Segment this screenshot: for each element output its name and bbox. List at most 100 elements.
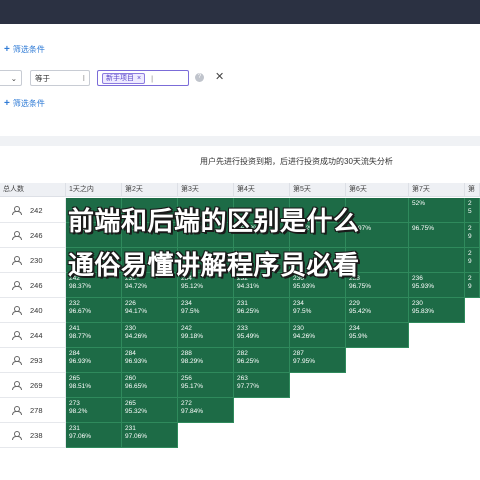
cell-count: 230 <box>412 300 423 307</box>
retention-cell[interactable]: 234 97.5% <box>290 298 346 323</box>
retention-cell[interactable]: 229 95.42% <box>346 298 409 323</box>
column-header[interactable]: 第4天 <box>234 183 290 197</box>
retention-cell[interactable]: 256 95.17% <box>178 373 234 398</box>
column-header[interactable]: 第7天 <box>409 183 465 197</box>
cell-count: 230 <box>293 325 304 332</box>
row-total-value: 244 <box>30 330 43 340</box>
overlay-title-line-2: 通俗易懂讲解程序员必看 <box>68 251 360 281</box>
retention-cell[interactable]: 231 97.06% <box>122 423 178 448</box>
retention-cell[interactable]: 230 94.26% <box>290 323 346 348</box>
chart-title: 用户先进行投资到期，后进行投资成功的30天流失分析 <box>200 157 393 166</box>
user-icon <box>12 206 22 215</box>
cell-percent: 95.9% <box>349 333 368 340</box>
question-circle-icon[interactable]: ? <box>195 73 204 82</box>
retention-cell[interactable]: 272 97.84% <box>178 398 234 423</box>
cell-percent: 97.84% <box>181 408 204 415</box>
retention-cell[interactable]: 226 94.17% <box>122 298 178 323</box>
cell-percent: 94.26% <box>293 333 316 340</box>
add-filter-condition-link[interactable]: + 筛选条件 <box>4 44 45 55</box>
cell-count: 282 <box>237 350 248 357</box>
row-total-value: 278 <box>30 405 43 415</box>
retention-cell[interactable]: 230 94.26% <box>122 323 178 348</box>
operator-select[interactable]: 等于 ⁝ <box>30 70 90 86</box>
table-row-total: 246 <box>0 273 66 298</box>
tag-remove-icon[interactable]: × <box>137 75 141 82</box>
cell-percent: 98.2% <box>69 408 88 415</box>
cell-percent: 97.06% <box>125 433 148 440</box>
retention-cell[interactable]: 284 96.93% <box>66 348 122 373</box>
column-header[interactable]: 第6天 <box>346 183 409 197</box>
retention-cell[interactable]: 231 96.25% <box>234 298 290 323</box>
retention-cell[interactable]: 231 97.06% <box>66 423 122 448</box>
table-header-row: 总人数 1天之内 第2天 第3天 第4天 第5天 第6天 第7天第 <box>0 183 480 197</box>
cell-percent: 95.32% <box>125 408 148 415</box>
retention-cell[interactable]: 287 97.95% <box>290 348 346 373</box>
cell-count: 231 <box>69 425 80 432</box>
table-row-total: 246 <box>0 223 66 248</box>
retention-cell[interactable]: 233 95.49% <box>234 323 290 348</box>
video-title-overlay: 前端和后端的区别是什么 通俗易懂讲解程序员必看 <box>66 199 480 297</box>
value-multiselect[interactable]: 新手项目 × | <box>97 70 189 86</box>
user-icon <box>12 406 22 415</box>
cell-percent: 97.95% <box>293 358 316 365</box>
column-header[interactable]: 1天之内 <box>66 183 122 197</box>
cell-count: 234 <box>181 300 192 307</box>
retention-cell[interactable]: 260 96.65% <box>122 373 178 398</box>
cell-percent: 97.06% <box>69 433 92 440</box>
cell-count: 263 <box>237 375 248 382</box>
table-row-total: 269 <box>0 373 66 398</box>
retention-cell[interactable]: 265 95.32% <box>122 398 178 423</box>
retention-cell[interactable]: 241 98.77% <box>66 323 122 348</box>
retention-cell[interactable]: 265 98.51% <box>66 373 122 398</box>
retention-cell[interactable]: 234 97.5% <box>178 298 234 323</box>
retention-cell[interactable]: 232 96.67% <box>66 298 122 323</box>
cell-count: 272 <box>181 400 192 407</box>
cell-count: 234 <box>349 325 360 332</box>
table-row-total: 242 <box>0 198 66 223</box>
top-navigation-bar <box>0 0 480 24</box>
cell-count: 241 <box>69 325 80 332</box>
cell-count: 242 <box>181 325 192 332</box>
retention-cell[interactable]: 242 99.18% <box>178 323 234 348</box>
retention-cell[interactable]: 282 96.25% <box>234 348 290 373</box>
cell-count: 231 <box>237 300 248 307</box>
close-icon[interactable]: ✕ <box>215 70 224 83</box>
user-icon <box>12 381 22 390</box>
retention-cell[interactable]: 263 97.77% <box>234 373 290 398</box>
field-select[interactable]: ⌄ <box>0 70 22 86</box>
row-total-value: 246 <box>30 230 43 240</box>
cell-count: 284 <box>125 350 136 357</box>
row-total-value: 246 <box>30 280 43 290</box>
plus-icon: + <box>4 44 10 55</box>
cell-percent: 97.5% <box>181 308 200 315</box>
add-filter-condition-link-2[interactable]: + 筛选条件 <box>4 98 45 109</box>
cell-percent: 96.93% <box>125 358 148 365</box>
column-header[interactable]: 第5天 <box>290 183 346 197</box>
column-header[interactable]: 第3天 <box>178 183 234 197</box>
retention-cell[interactable]: 284 96.93% <box>122 348 178 373</box>
retention-cell[interactable]: 234 95.9% <box>346 323 409 348</box>
cell-percent: 95.49% <box>237 333 260 340</box>
cell-percent: 95.17% <box>181 383 204 390</box>
cell-count: 256 <box>181 375 192 382</box>
cell-percent: 96.25% <box>237 358 260 365</box>
user-icon <box>12 331 22 340</box>
user-icon <box>12 356 22 365</box>
overlay-title-line-1: 前端和后端的区别是什么 <box>68 207 360 237</box>
add-filter-label: 筛选条件 <box>12 99 45 108</box>
user-icon <box>12 281 22 290</box>
column-header[interactable]: 第2天 <box>122 183 178 197</box>
selected-tag-label: 新手项目 <box>106 75 134 82</box>
table-row-total: 244 <box>0 323 66 348</box>
retention-cell[interactable]: 230 95.83% <box>409 298 465 323</box>
retention-cell[interactable]: 273 98.2% <box>66 398 122 423</box>
table-row-total: 230 <box>0 248 66 273</box>
user-icon <box>12 431 22 440</box>
column-header[interactable]: 第 <box>465 183 480 197</box>
cell-count: 229 <box>349 300 360 307</box>
cell-percent: 98.51% <box>69 383 92 390</box>
column-header[interactable]: 总人数 <box>0 183 66 197</box>
cell-percent: 94.17% <box>125 308 148 315</box>
cell-percent: 97.77% <box>237 383 260 390</box>
retention-cell[interactable]: 288 98.29% <box>178 348 234 373</box>
